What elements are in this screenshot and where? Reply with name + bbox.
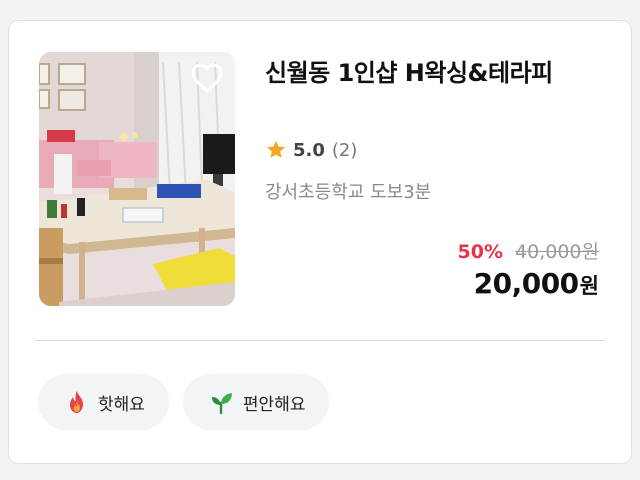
fire-icon bbox=[70, 391, 83, 413]
review-count: (2) bbox=[331, 139, 358, 161]
product-thumbnail[interactable] bbox=[39, 52, 235, 306]
rating-row: 5.0 (2) bbox=[265, 139, 357, 161]
divider bbox=[35, 340, 605, 341]
tag-label: 편안해요 bbox=[242, 394, 306, 415]
location-text: 강서초등학교 도보3분 bbox=[265, 182, 432, 203]
original-price: 40,000원 bbox=[515, 241, 599, 263]
tag-comfortable[interactable]: 편안해요 bbox=[182, 374, 330, 430]
tag-label: 핫해요 bbox=[98, 394, 145, 415]
product-title[interactable]: 신월동 1인샵 H왁싱&테라피 bbox=[265, 55, 605, 91]
currency-label: 원 bbox=[579, 274, 599, 298]
product-card[interactable]: 신월동 1인샵 H왁싱&테라피 5.0 (2) 강서초등학교 도보3분 50% … bbox=[8, 20, 632, 464]
favorite-heart-icon[interactable] bbox=[189, 60, 225, 96]
price-row: 50% 40,000원 bbox=[458, 237, 599, 264]
star-icon bbox=[267, 140, 285, 158]
discount-rate: 50% bbox=[457, 241, 504, 263]
sprout-icon bbox=[211, 393, 232, 415]
final-price: 20,000 bbox=[473, 267, 580, 300]
tag-list: 핫해요 편안해요 bbox=[38, 374, 330, 430]
tag-hot[interactable]: 핫해요 bbox=[38, 374, 169, 430]
final-price-row: 20,000 원 bbox=[474, 267, 599, 300]
rating-score: 5.0 bbox=[293, 139, 325, 161]
